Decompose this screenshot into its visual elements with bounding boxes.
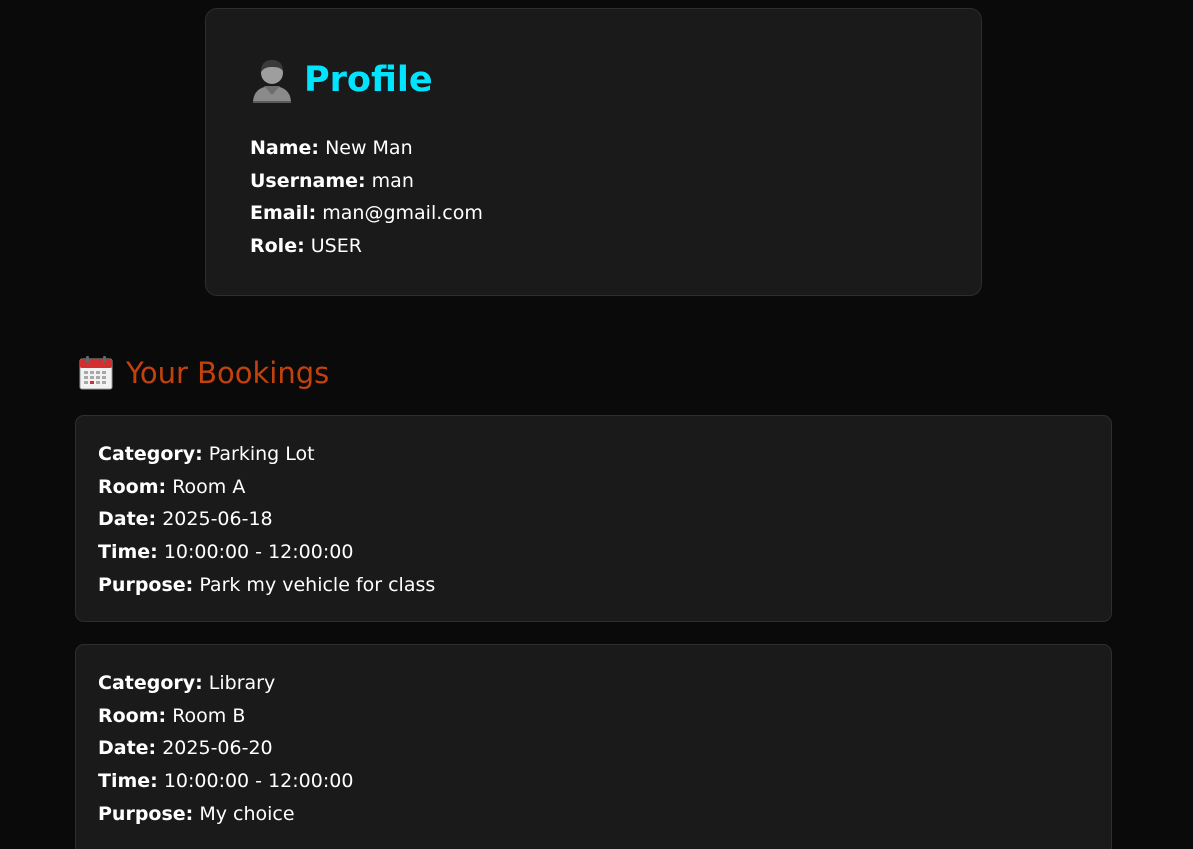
booking-purpose-label: Purpose: — [98, 802, 194, 825]
booking-time-row: Time: 10:00:00 - 12:00:00 — [98, 765, 353, 798]
profile-heading: Profile — [250, 57, 433, 103]
bookings-heading: Your Bookings — [78, 353, 329, 393]
booking-date-label: Date: — [98, 508, 157, 531]
booking-time-label: Time: — [98, 541, 158, 564]
booking-room-label: Room: — [98, 475, 167, 498]
booking-category-value: Library — [208, 672, 276, 694]
profile-role-value: USER — [310, 235, 362, 258]
booking-time-row: Time: 10:00:00 - 12:00:00 — [98, 536, 435, 569]
profile-name-row: Name: New Man — [250, 132, 483, 165]
booking-details: Category: Parking Lot Room: Room A Date:… — [98, 438, 435, 602]
booking-room-value: Room B — [172, 704, 246, 727]
bookings-title: Your Bookings — [126, 356, 330, 390]
booking-date-value: 2025-06-18 — [162, 508, 273, 531]
profile-email-label: Email: — [250, 202, 317, 225]
booking-purpose-label: Purpose: — [98, 573, 194, 596]
profile-username-row: Username: man — [250, 165, 483, 198]
profile-username-value: man — [371, 169, 414, 192]
profile-name-value: New Man — [325, 137, 413, 159]
profile-details: Name: New Man Username: man Email: man@g… — [250, 132, 483, 263]
booking-date-row: Date: 2025-06-18 — [98, 503, 435, 536]
booking-time-value: 10:00:00 - 12:00:00 — [163, 541, 354, 564]
booking-room-label: Room: — [98, 704, 167, 727]
profile-name-label: Name: — [250, 137, 320, 159]
booking-room-row: Room: Room A — [98, 471, 435, 504]
profile-card: Profile Name: New Man Username: man Emai… — [205, 8, 982, 296]
booking-time-label: Time: — [98, 770, 158, 793]
profile-role-row: Role: USER — [250, 230, 483, 263]
booking-details: Category: Library Room: Room B Date: 202… — [98, 667, 353, 831]
booking-category-value: Parking Lot — [208, 443, 315, 465]
user-silhouette-icon — [253, 60, 291, 103]
profile-email-value: man@gmail.com — [322, 202, 483, 225]
calendar-icon — [79, 356, 113, 390]
booking-category-label: Category: — [98, 443, 203, 465]
booking-room-row: Room: Room B — [98, 700, 353, 733]
booking-purpose-row: Purpose: Park my vehicle for class — [98, 569, 435, 602]
booking-date-value: 2025-06-20 — [162, 737, 273, 760]
page: Profile Name: New Man Username: man Emai… — [0, 0, 1193, 849]
profile-role-label: Role: — [250, 235, 305, 258]
profile-title: Profile — [304, 60, 433, 100]
booking-card: Category: Library Room: Room B Date: 202… — [75, 644, 1112, 849]
booking-purpose-value: Park my vehicle for class — [199, 573, 436, 596]
booking-date-label: Date: — [98, 737, 157, 760]
booking-purpose-row: Purpose: My choice — [98, 798, 353, 831]
booking-purpose-value: My choice — [199, 802, 295, 825]
booking-card: Category: Parking Lot Room: Room A Date:… — [75, 415, 1112, 622]
booking-time-value: 10:00:00 - 12:00:00 — [163, 770, 354, 793]
booking-category-row: Category: Library — [98, 667, 353, 700]
profile-username-label: Username: — [250, 169, 366, 192]
booking-category-row: Category: Parking Lot — [98, 438, 435, 471]
profile-email-row: Email: man@gmail.com — [250, 197, 483, 230]
booking-room-value: Room A — [172, 475, 246, 498]
booking-category-label: Category: — [98, 672, 203, 694]
booking-date-row: Date: 2025-06-20 — [98, 732, 353, 765]
